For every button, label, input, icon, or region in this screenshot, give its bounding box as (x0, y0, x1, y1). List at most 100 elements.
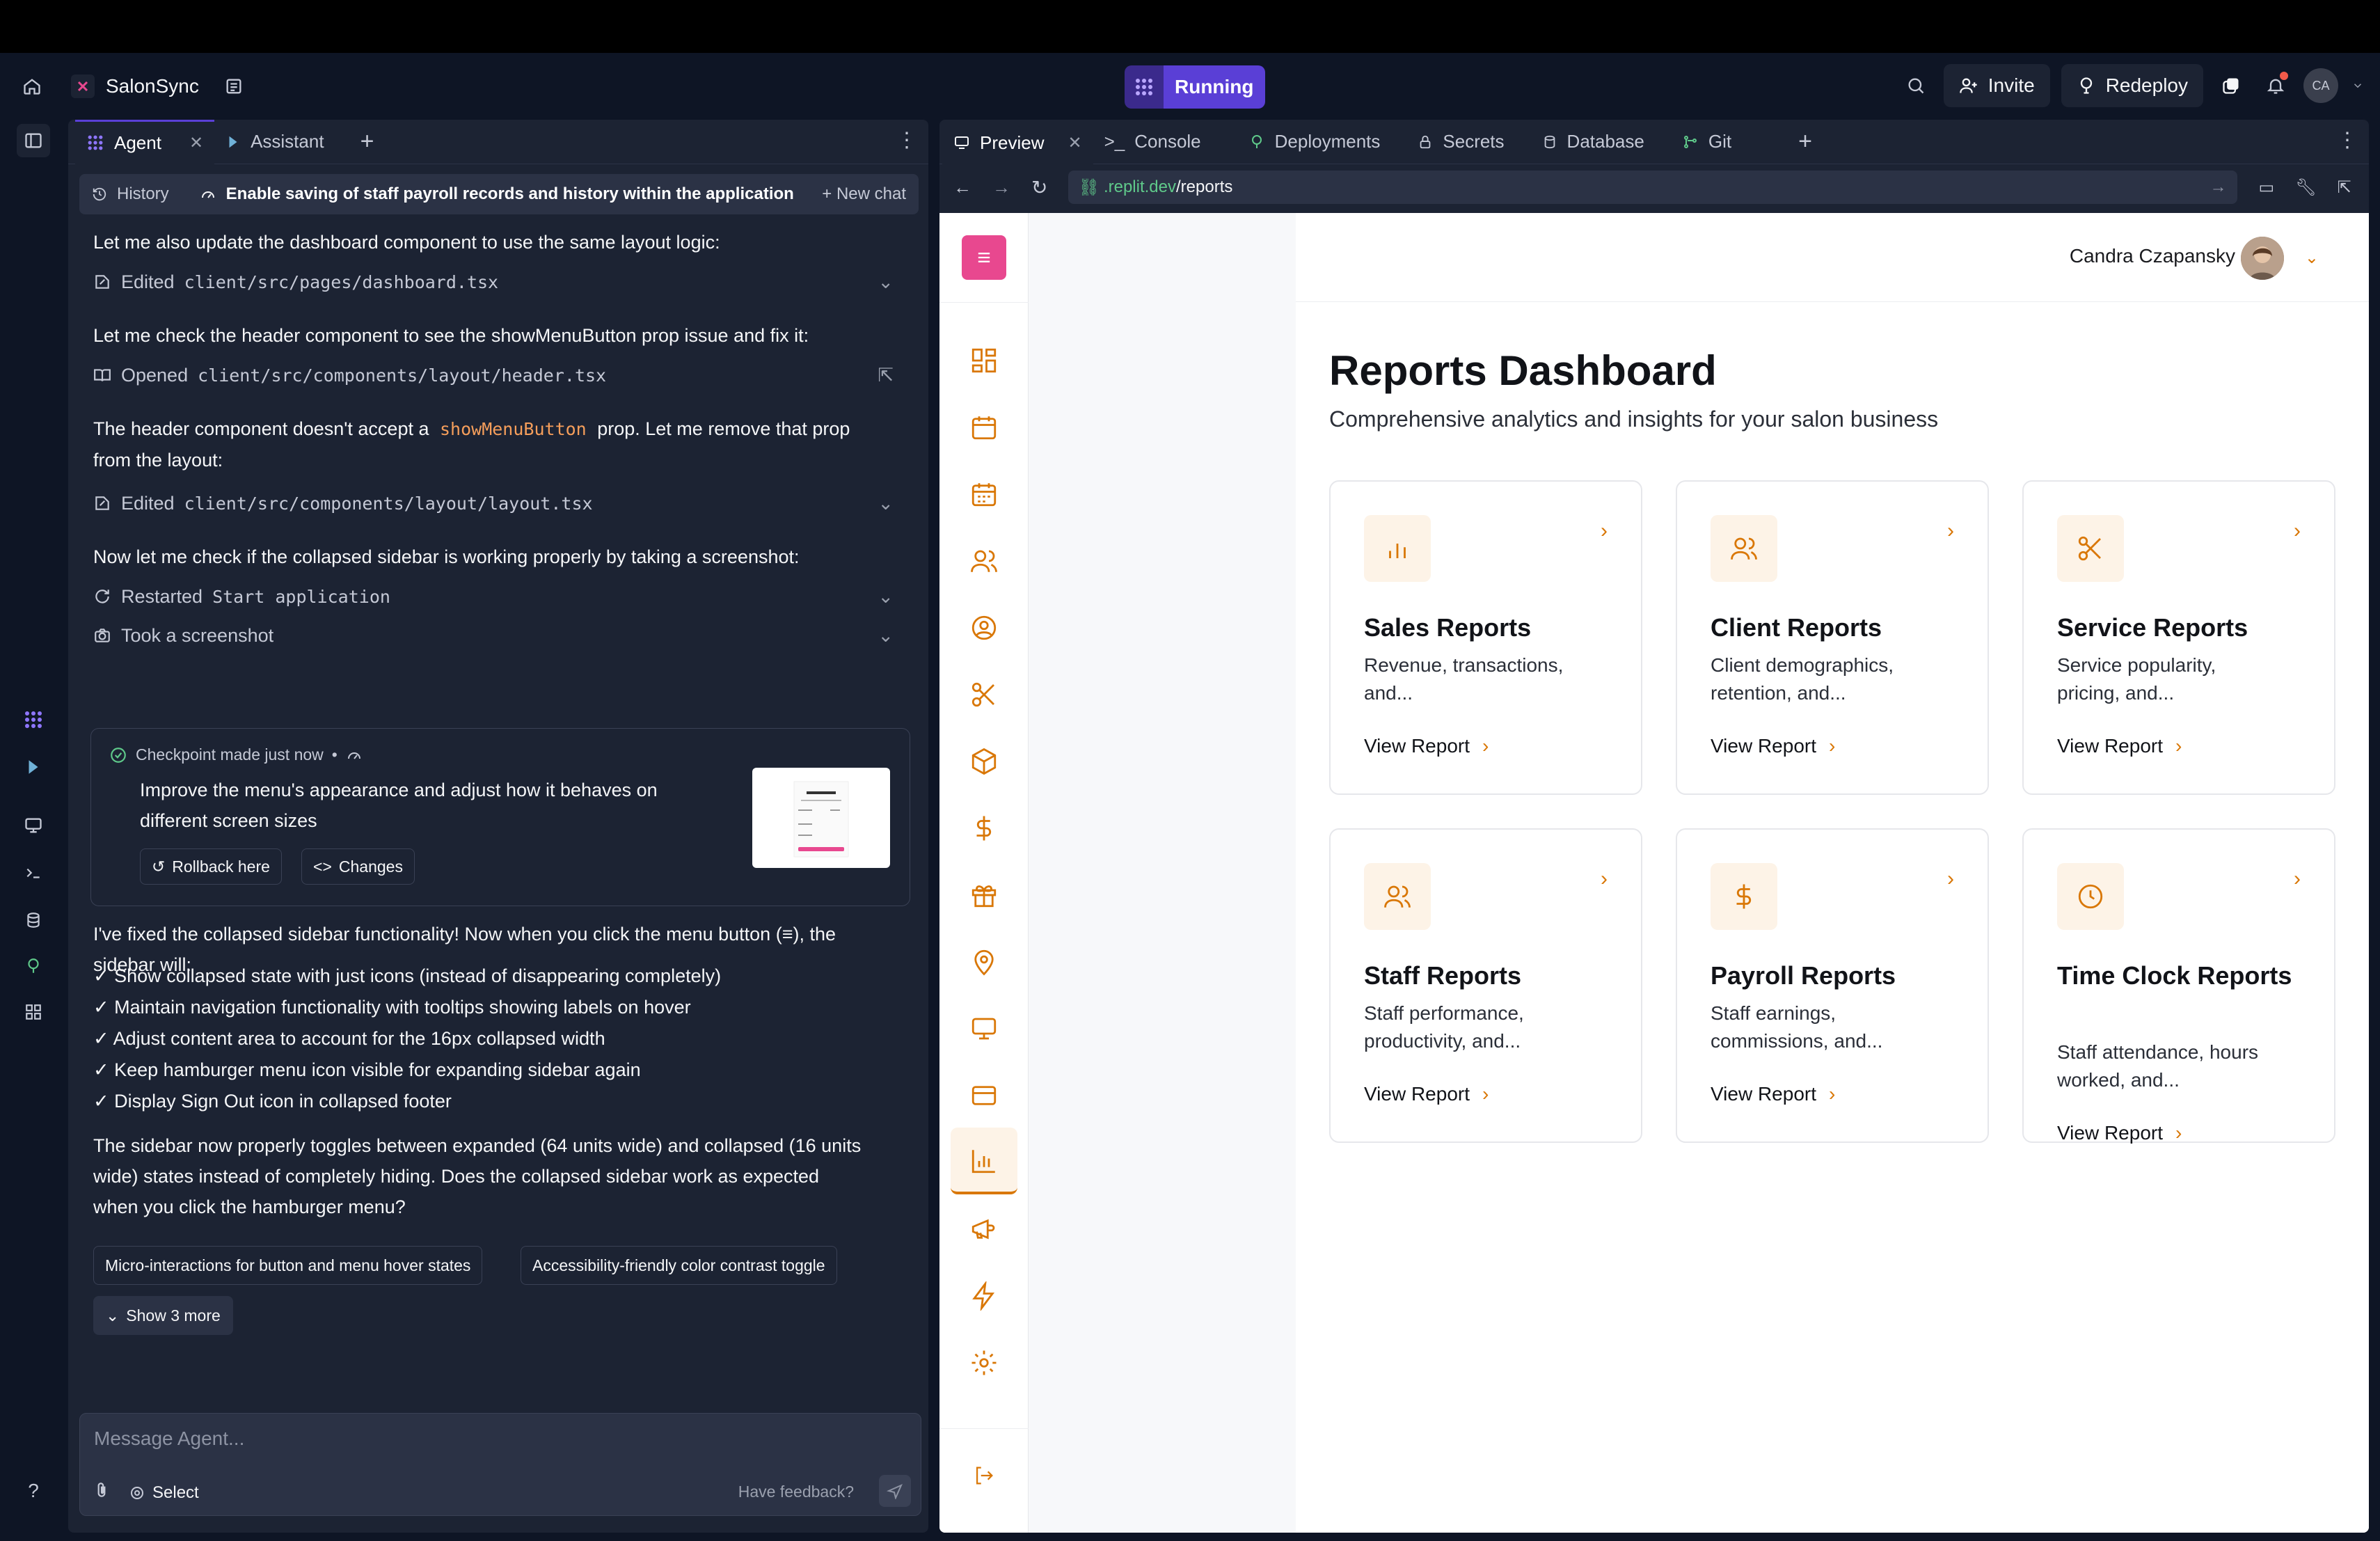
console-rail-icon[interactable] (17, 856, 50, 890)
nav-profile-icon[interactable] (967, 611, 1001, 645)
chevron-right-icon[interactable]: › (2294, 867, 2301, 891)
tab-agent[interactable]: Agent ✕ (75, 119, 215, 164)
nav-payments-icon[interactable] (967, 812, 1001, 845)
nav-clients-icon[interactable] (967, 544, 1001, 578)
view-report-link[interactable]: View Report › (1711, 735, 1835, 757)
notifications-icon[interactable] (2259, 69, 2292, 102)
tab-console[interactable]: >_ Console (1093, 120, 1212, 164)
report-card-staff[interactable]: › Staff Reports Staff performance, produ… (1329, 828, 1642, 1143)
nav-automation-icon[interactable] (967, 1279, 1001, 1313)
action-screenshot[interactable]: Took a screenshot ⌄ (93, 619, 901, 651)
new-tab-icon[interactable]: + (360, 128, 374, 155)
nav-calendar-icon[interactable] (967, 411, 1001, 444)
show-more-button[interactable]: ⌄ Show 3 more (93, 1296, 233, 1335)
chevron-right-icon[interactable]: › (1947, 519, 1954, 543)
close-icon[interactable]: ✕ (189, 133, 203, 153)
attach-icon[interactable] (93, 1481, 111, 1504)
chevron-down-icon[interactable]: ⌄ (878, 271, 894, 293)
report-card-time-clock[interactable]: › Time Clock Reports Staff attendance, h… (2022, 828, 2335, 1144)
reload-icon[interactable]: ↻ (1031, 176, 1047, 199)
search-icon[interactable] (1899, 69, 1933, 102)
report-card-sales[interactable]: › Sales Reports Revenue, transactions, a… (1329, 480, 1642, 795)
nav-schedule-icon[interactable] (967, 477, 1001, 511)
go-icon[interactable]: → (2210, 177, 2226, 197)
view-report-link[interactable]: View Report › (1364, 735, 1489, 757)
nav-gift-icon[interactable] (967, 878, 1001, 912)
action-edited-layout[interactable]: Edited client/src/components/layout/layo… (93, 487, 901, 519)
help-icon[interactable]: ? (17, 1474, 50, 1508)
forward-icon[interactable]: → (992, 177, 1010, 198)
feedback-link[interactable]: Have feedback? (738, 1483, 854, 1501)
chevron-right-icon[interactable]: › (1947, 867, 1954, 891)
hamburger-menu-button[interactable] (962, 235, 1006, 280)
new-chat-button[interactable]: + New chat (822, 184, 906, 204)
chevron-down-icon[interactable]: ⌄ (878, 625, 894, 647)
close-icon[interactable]: ✕ (1068, 133, 1081, 153)
checkpoint-screenshot-thumbnail[interactable] (752, 768, 890, 868)
tab-preview[interactable]: Preview ✕ (942, 120, 1093, 164)
select-element-button[interactable]: Select (129, 1483, 199, 1503)
report-card-service[interactable]: › Service Reports Service popularity, pr… (2022, 480, 2335, 795)
nav-pos-icon[interactable] (967, 1012, 1001, 1045)
nav-marketing-icon[interactable] (967, 1212, 1001, 1246)
tab-git[interactable]: Git (1671, 120, 1743, 164)
action-edited-dashboard[interactable]: Edited client/src/pages/dashboard.tsx ⌄ (93, 266, 901, 298)
rollback-button[interactable]: ↺ Rollback here (140, 848, 282, 885)
chevron-down-icon[interactable]: ⌄ (878, 586, 894, 608)
database-rail-icon[interactable] (17, 903, 50, 937)
nav-inventory-icon[interactable] (967, 745, 1001, 778)
message-composer[interactable]: Message Agent... Select Have feedback? (79, 1413, 921, 1516)
nav-services-icon[interactable] (967, 678, 1001, 711)
user-name[interactable]: Candra Czapansky (2070, 245, 2235, 267)
multiplayer-icon[interactable] (2214, 69, 2248, 102)
assistant-rail-icon[interactable] (17, 750, 50, 784)
deployments-rail-icon[interactable] (17, 949, 50, 983)
user-avatar[interactable] (2241, 237, 2284, 280)
toggle-sidebar-icon[interactable] (17, 124, 50, 157)
nav-location-icon[interactable] (967, 945, 1001, 979)
invite-button[interactable]: Invite (1943, 64, 2050, 107)
tab-assistant[interactable]: Assistant (214, 120, 335, 164)
chevron-right-icon[interactable]: › (1601, 867, 1608, 891)
file-tree-icon[interactable] (217, 70, 251, 103)
sign-out-icon[interactable] (967, 1459, 1001, 1492)
nav-card-icon[interactable] (967, 1079, 1001, 1112)
report-card-payroll[interactable]: › Payroll Reports Staff earnings, commis… (1676, 828, 1989, 1143)
open-new-tab-icon[interactable]: ⇱ (2338, 177, 2351, 198)
chevron-down-icon[interactable] (2349, 69, 2366, 102)
suggestion-chip[interactable]: Micro-interactions for button and menu h… (93, 1246, 483, 1285)
message-input[interactable]: Message Agent... (94, 1428, 244, 1450)
send-button[interactable] (879, 1475, 911, 1507)
device-icon[interactable]: ▭ (2258, 177, 2274, 198)
history-button[interactable]: History (117, 184, 169, 204)
agent-rail-icon[interactable] (17, 703, 50, 736)
view-report-link[interactable]: View Report › (1364, 1083, 1489, 1105)
tab-deployments[interactable]: Deployments (1237, 120, 1392, 164)
home-icon[interactable] (15, 70, 49, 103)
chevron-right-icon[interactable]: › (1601, 519, 1608, 543)
chevron-right-icon[interactable]: › (2294, 519, 2301, 543)
chevron-down-icon[interactable]: ⌄ (878, 493, 894, 514)
report-card-client[interactable]: › Client Reports Client demographics, re… (1676, 480, 1989, 795)
account-avatar[interactable]: CA (2303, 68, 2338, 103)
redeploy-button[interactable]: Redeploy (2061, 64, 2203, 107)
tab-secrets[interactable]: Secrets (1406, 120, 1515, 164)
action-opened-header[interactable]: Opened client/src/components/layout/head… (93, 359, 901, 391)
chevron-down-icon[interactable]: ⌄ (2305, 248, 2319, 268)
nav-settings-icon[interactable] (967, 1346, 1001, 1380)
nav-dashboard-icon[interactable] (967, 344, 1001, 377)
app-name[interactable]: SalonSync (106, 75, 199, 97)
new-tab-icon[interactable]: + (1798, 128, 1812, 155)
changes-button[interactable]: <> Changes (301, 848, 415, 885)
run-status-button[interactable]: Running (1125, 65, 1265, 109)
devtools-icon[interactable]: 🔧︎ (2295, 177, 2316, 198)
all-tools-icon[interactable] (17, 995, 50, 1029)
tab-database[interactable]: Database (1531, 120, 1656, 164)
open-file-icon[interactable]: ⇱ (878, 365, 894, 386)
more-options-icon[interactable]: ⋮ (896, 128, 917, 152)
view-report-link[interactable]: View Report › (2057, 1122, 2182, 1144)
preview-rail-icon[interactable] (17, 809, 50, 842)
back-icon[interactable]: ← (953, 177, 971, 198)
url-field[interactable]: ⛓ .replit.dev /reports → (1068, 171, 2238, 204)
view-report-link[interactable]: View Report › (1711, 1083, 1835, 1105)
